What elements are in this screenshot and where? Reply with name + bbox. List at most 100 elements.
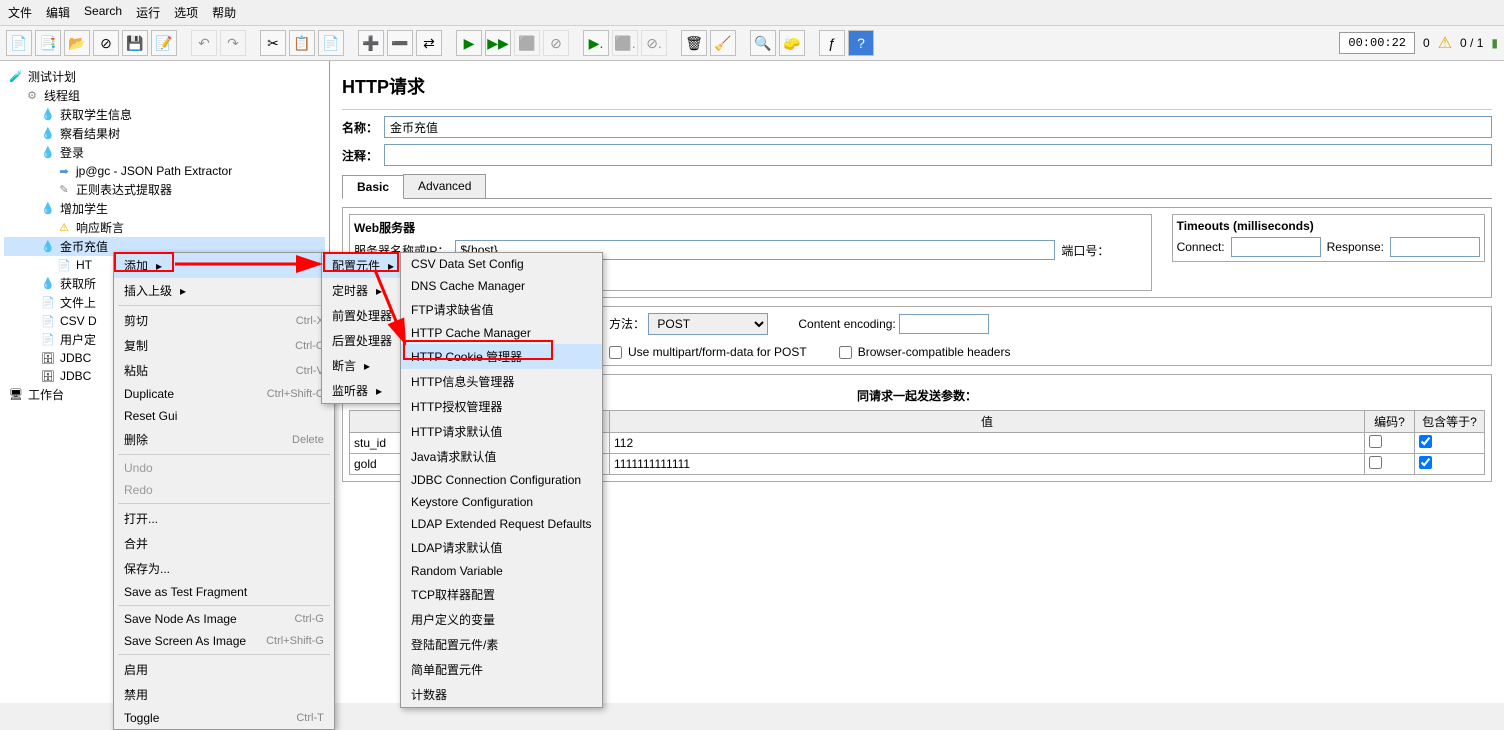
expand-icon[interactable]: ➕ [358, 30, 384, 56]
equals-checkbox[interactable] [1419, 456, 1432, 469]
clear-all-icon[interactable]: 🧹 [710, 30, 736, 56]
start-no-pause-icon[interactable]: ▶▶ [485, 30, 511, 56]
ctx-item[interactable]: DuplicateCtrl+Shift-C [114, 383, 334, 405]
ctx-item[interactable]: 保存为... [114, 556, 334, 581]
encoding-input[interactable] [899, 314, 989, 334]
stop-icon[interactable]: ⬛ [514, 30, 540, 56]
ctx-item[interactable]: Random Variable [401, 560, 602, 582]
tree-node[interactable]: 获取学生信息 [4, 105, 325, 124]
clear-icon[interactable]: 🗑 [681, 30, 707, 56]
context-menu-main: 添加插入上级剪切Ctrl-X复制Ctrl-C粘贴Ctrl-VDuplicateC… [113, 252, 335, 730]
function-helper-icon[interactable]: ƒ [819, 30, 845, 56]
menu-search[interactable]: Search [84, 4, 122, 21]
ctx-item[interactable]: 复制Ctrl-C [114, 333, 334, 358]
multipart-checkbox[interactable] [609, 346, 622, 359]
tab-advanced[interactable]: Advanced [403, 174, 486, 198]
menu-help[interactable]: 帮助 [212, 4, 236, 21]
ctx-item[interactable]: 打开... [114, 506, 334, 531]
tree-node[interactable]: 增加学生 [4, 199, 325, 218]
tree-node[interactable]: 响应断言 [4, 218, 325, 237]
ctx-item[interactable]: DNS Cache Manager [401, 275, 602, 297]
start-remote-icon[interactable]: ▶. [583, 30, 609, 56]
method-select[interactable]: POST [648, 313, 768, 335]
ctx-item[interactable]: 剪切Ctrl-X [114, 308, 334, 333]
tree-node[interactable]: jp@gc - JSON Path Extractor [4, 162, 325, 180]
warning-icon[interactable]: ⚠ [1438, 33, 1452, 53]
ctx-item[interactable]: Java请求默认值 [401, 444, 602, 469]
reset-search-icon[interactable]: 🧽 [779, 30, 805, 56]
shutdown-remote-icon[interactable]: ⊘. [641, 30, 667, 56]
ctx-item[interactable]: HTTP请求默认值 [401, 419, 602, 444]
ctx-item[interactable]: ToggleCtrl-T [114, 707, 334, 729]
ctx-item[interactable]: 登陆配置元件/素 [401, 632, 602, 657]
ctx-item[interactable]: Keystore Configuration [401, 491, 602, 513]
ctx-item[interactable]: Redo [114, 479, 334, 501]
encode-checkbox[interactable] [1369, 456, 1382, 469]
ctx-item[interactable]: 合并 [114, 531, 334, 556]
comment-input[interactable] [384, 144, 1492, 166]
save-icon[interactable]: 💾 [122, 30, 148, 56]
equals-checkbox[interactable] [1419, 435, 1432, 448]
tree-node[interactable]: 正则表达式提取器 [4, 180, 325, 199]
ctx-item[interactable]: CSV Data Set Config [401, 253, 602, 275]
stop-remote-icon[interactable]: ⬛. [612, 30, 638, 56]
name-input[interactable] [384, 116, 1492, 138]
ctx-item[interactable]: TCP取样器配置 [401, 582, 602, 607]
ctx-item[interactable]: HTTP信息头管理器 [401, 369, 602, 394]
ctx-item[interactable]: LDAP Extended Request Defaults [401, 513, 602, 535]
encode-checkbox[interactable] [1369, 435, 1382, 448]
save-as-icon[interactable]: 📝 [151, 30, 177, 56]
ctx-item[interactable]: Save as Test Fragment [114, 581, 334, 603]
tree-node[interactable]: 登录 [4, 143, 325, 162]
ctx-item[interactable]: HTTP授权管理器 [401, 394, 602, 419]
toggle-icon[interactable]: ⇄ [416, 30, 442, 56]
open-icon[interactable]: 📂 [64, 30, 90, 56]
new-icon[interactable]: 📄 [6, 30, 32, 56]
ctx-item[interactable]: 插入上级 [114, 278, 334, 303]
ctx-item[interactable]: JDBC Connection Configuration [401, 469, 602, 491]
ctx-item[interactable]: Reset Gui [114, 405, 334, 427]
tree-label: 登录 [60, 144, 84, 161]
tree-node[interactable]: 线程组 [4, 86, 325, 105]
paste-icon[interactable]: 📄 [318, 30, 344, 56]
collapse-icon[interactable]: ➖ [387, 30, 413, 56]
ctx-item[interactable]: 简单配置元件 [401, 657, 602, 682]
ctx-item[interactable]: HTTP Cache Manager [401, 322, 602, 344]
ctx-item[interactable]: 粘贴Ctrl-V [114, 358, 334, 383]
ctx-item[interactable]: 删除Delete [114, 427, 334, 452]
close-icon[interactable]: ⊘ [93, 30, 119, 56]
response-label: Response: [1327, 240, 1384, 254]
ctx-item[interactable]: 添加 [114, 253, 334, 278]
menu-run[interactable]: 运行 [136, 4, 160, 21]
undo-icon[interactable]: ↶ [191, 30, 217, 56]
browser-headers-checkbox[interactable] [839, 346, 852, 359]
ctx-item[interactable]: 启用 [114, 657, 334, 682]
menubar: 文件 编辑 Search 运行 选项 帮助 [0, 0, 1504, 26]
ctx-item[interactable]: Save Node As ImageCtrl-G [114, 608, 334, 630]
shutdown-icon[interactable]: ⊘ [543, 30, 569, 56]
ctx-item[interactable]: HTTP Cookie 管理器 [401, 344, 602, 369]
search-tool-icon[interactable]: 🔍 [750, 30, 776, 56]
menu-edit[interactable]: 编辑 [46, 4, 70, 21]
help-icon[interactable]: ? [848, 30, 874, 56]
ctx-item[interactable]: LDAP请求默认值 [401, 535, 602, 560]
copy-icon[interactable]: 📋 [289, 30, 315, 56]
templates-icon[interactable]: 📑 [35, 30, 61, 56]
response-input[interactable] [1390, 237, 1480, 257]
tab-basic[interactable]: Basic [342, 175, 404, 199]
redo-icon[interactable]: ↷ [220, 30, 246, 56]
cut-icon[interactable]: ✂ [260, 30, 286, 56]
ctx-item[interactable]: Undo [114, 457, 334, 479]
ctx-item[interactable]: 用户定义的变量 [401, 607, 602, 632]
menu-file[interactable]: 文件 [8, 4, 32, 21]
ctx-item[interactable]: 禁用 [114, 682, 334, 707]
tree-label: JDBC [60, 369, 91, 383]
connect-input[interactable] [1231, 237, 1321, 257]
ctx-item[interactable]: Save Screen As ImageCtrl+Shift-G [114, 630, 334, 652]
menu-options[interactable]: 选项 [174, 4, 198, 21]
start-icon[interactable]: ▶ [456, 30, 482, 56]
tree-node[interactable]: 察看结果树 [4, 124, 325, 143]
ctx-item[interactable]: 计数器 [401, 682, 602, 707]
ctx-item[interactable]: FTP请求缺省值 [401, 297, 602, 322]
tree-node[interactable]: 测试计划 [4, 67, 325, 86]
